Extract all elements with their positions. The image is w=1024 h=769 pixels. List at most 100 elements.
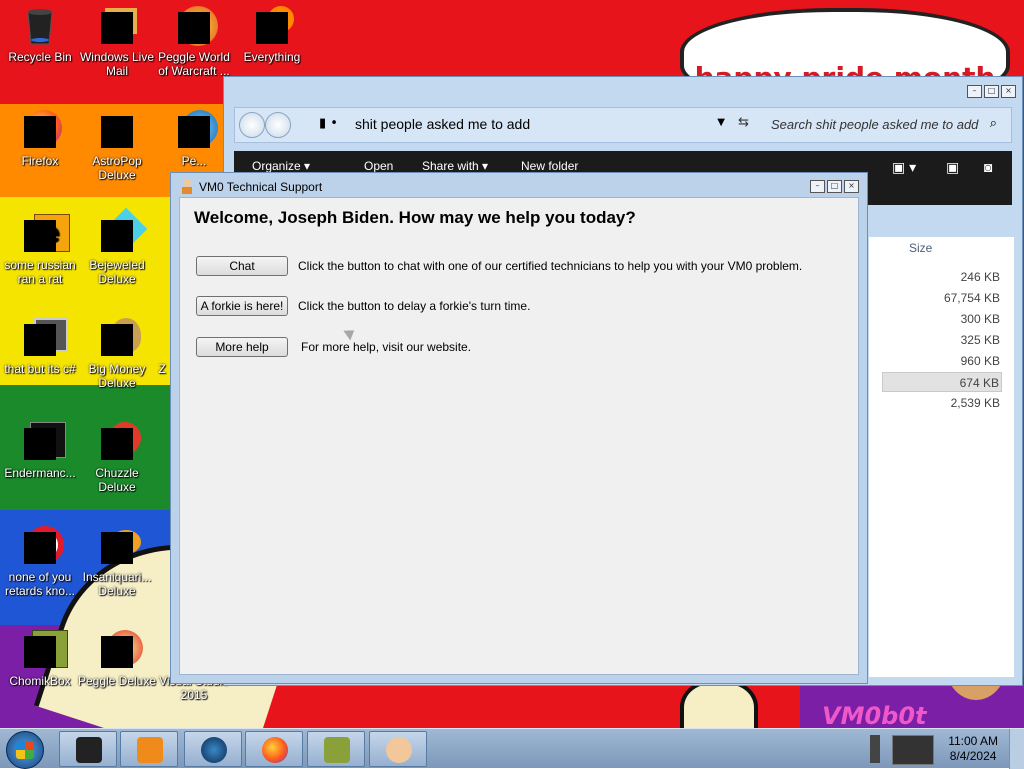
desktop-icon-label: Endermanc... [4,466,76,480]
shortcut-stack-icon [20,318,68,358]
file-row[interactable]: 300 KB [882,309,1002,329]
more-help-description: For more help, visit our website. [301,340,472,354]
taskbar-item-firefox[interactable] [245,731,303,767]
desktop-icon-recycle-bin[interactable]: Recycle Bin [0,6,80,64]
clock-date: 8/4/2024 [949,749,997,763]
refresh-icon[interactable]: ⇆ [738,115,749,130]
chat-description: Click the button to chat with one of our… [298,259,803,273]
taskbar-item-chomikbox[interactable] [307,731,365,767]
file-row[interactable]: 2,539 KB [882,393,1002,413]
everything-search-icon [252,6,294,46]
organize-button[interactable]: Organize ▾ [252,159,310,173]
desktop-icon-label: that but its c# [4,362,76,376]
forward-button[interactable] [265,112,291,138]
open-button[interactable]: Open [364,159,393,173]
preview-pane-icon[interactable]: ▣ [946,159,959,176]
desktop-icon-chomikbox[interactable]: ChomikBox [0,630,80,688]
back-button[interactable] [239,112,265,138]
start-button[interactable] [6,731,44,769]
clock[interactable]: 11:00 AM 8/4/2024 [948,734,998,764]
desktop-icon-label: Firefox [21,154,59,168]
window-manager-icon [76,737,102,763]
file-row[interactable]: 67,754 KB [882,288,1002,308]
desktop-icon-firefox[interactable]: Firefox [0,110,80,168]
show-desktop-button[interactable] [1009,729,1024,769]
desktop-icon-opera[interactable]: none of you retards kno... [0,526,80,598]
chevron-down-icon[interactable]: ▼ [717,117,725,128]
taskbar-item-media[interactable] [120,731,178,767]
window-controls: – □ × [810,180,859,193]
big-money-icon [97,318,141,358]
desktop-icon-label: ChomikBox [9,674,71,688]
new-folder-button[interactable]: New folder [521,159,578,173]
support-body: Welcome, Joseph Biden. How may we help y… [179,197,859,675]
taskbar-item-support[interactable] [369,731,427,767]
desktop-icon-label: AstroPop Deluxe [92,154,142,182]
desktop-icon-label: Peggle Deluxe [77,674,157,688]
media-player-icon [137,737,163,763]
forkie-description: Click the button to delay a forkie's tur… [298,299,531,313]
forkie-button[interactable]: A forkie is here! [196,296,288,316]
help-icon[interactable]: ◙ [984,159,992,175]
maximize-button[interactable]: □ [827,180,842,193]
firefox-icon [262,737,288,763]
column-header-size[interactable]: Size [909,241,932,255]
file-row[interactable]: 246 KB [882,267,1002,287]
desktop-icon-astropop[interactable]: AstroPop Deluxe [77,110,157,182]
desktop-icon-label: Everything [243,50,301,64]
firefox-icon [20,110,62,150]
chat-button[interactable]: Chat [196,256,288,276]
desktop-icon-bejeweled[interactable]: Bejeweled Deluxe [77,207,157,286]
desktop-icon-peggle-wow[interactable]: Peggle World of Warcraft ... [154,6,234,78]
file-row-selected[interactable]: 674 KB [882,372,1002,392]
view-options-icon[interactable]: ▣ ▾ [892,159,916,176]
endermanch-icon [20,422,66,462]
maximize-button[interactable]: □ [984,85,999,98]
desktop-icon-windows-live-mail[interactable]: Windows Live Mail [77,6,157,78]
desktop-icon-chuzzle[interactable]: Chuzzle Deluxe [77,422,157,494]
file-row[interactable]: 325 KB [882,330,1002,350]
taskbar-item-orb[interactable] [184,731,242,767]
chomikbox-icon [20,630,68,670]
peggle-wow-icon [174,6,218,46]
tray-app-icon[interactable] [892,735,934,765]
close-button[interactable]: × [844,180,859,193]
desktop-icon-insaniquarium[interactable]: Insaniquari... Deluxe [77,526,157,598]
desktop-icon-everything[interactable]: Everything [232,6,312,64]
minimize-button[interactable]: – [967,85,982,98]
network-icon[interactable] [870,735,880,763]
orb-icon [201,737,227,763]
wallpaper-sketch-hand [680,680,758,728]
support-agent-icon [386,737,412,763]
desktop-icon-label: Bejeweled Deluxe [89,258,145,286]
window-controls: – □ × [967,85,1016,98]
desktop-icon-peggle-deluxe[interactable]: Peggle Deluxe [77,630,157,688]
taskbar: 11:00 AM 8/4/2024 [0,728,1024,769]
peggle-nights-icon [174,110,218,150]
windows-live-mail-icon [97,6,137,46]
desktop-icon-label: Chuzzle Deluxe [95,466,139,494]
address-bar: ▮ • shit people asked me to add ▼ ⇆ Sear… [234,107,1012,143]
system-tray: 11:00 AM 8/4/2024 [864,729,1024,769]
desktop-icon-peggle-nights[interactable]: Pe... [154,110,234,168]
support-agent-icon [182,179,192,194]
more-help-button[interactable]: More help [196,337,288,357]
vm0bot-logo: VM0b0t [822,702,927,730]
desktop-icon-label: some russian ran a rat [4,258,76,286]
welcome-heading: Welcome, Joseph Biden. How may we help y… [194,208,636,227]
taskbar-item-windows[interactable] [59,731,117,767]
shortcut-e-icon: e [20,214,70,254]
address-path[interactable]: shit people asked me to add [355,116,530,132]
search-input[interactable]: Search shit people asked me to add [765,112,1005,138]
desktop-icon-label: Insaniquari... Deluxe [82,570,152,598]
desktop-icon-label: none of you retards kno... [4,570,76,598]
desktop-icon-label: Peggle World of Warcraft ... [158,50,230,78]
desktop-icon-that-but-csharp[interactable]: that but its c# [0,318,80,376]
minimize-button[interactable]: – [810,180,825,193]
file-row[interactable]: 960 KB [882,351,1002,371]
support-window[interactable]: VM0 Technical Support – □ × Welcome, Jos… [170,172,868,684]
desktop-icon-russian-rat[interactable]: e some russian ran a rat [0,214,80,286]
desktop-icon-endermanch[interactable]: Endermanc... [0,422,80,480]
close-button[interactable]: × [1001,85,1016,98]
share-with-button[interactable]: Share with ▾ [422,159,488,173]
